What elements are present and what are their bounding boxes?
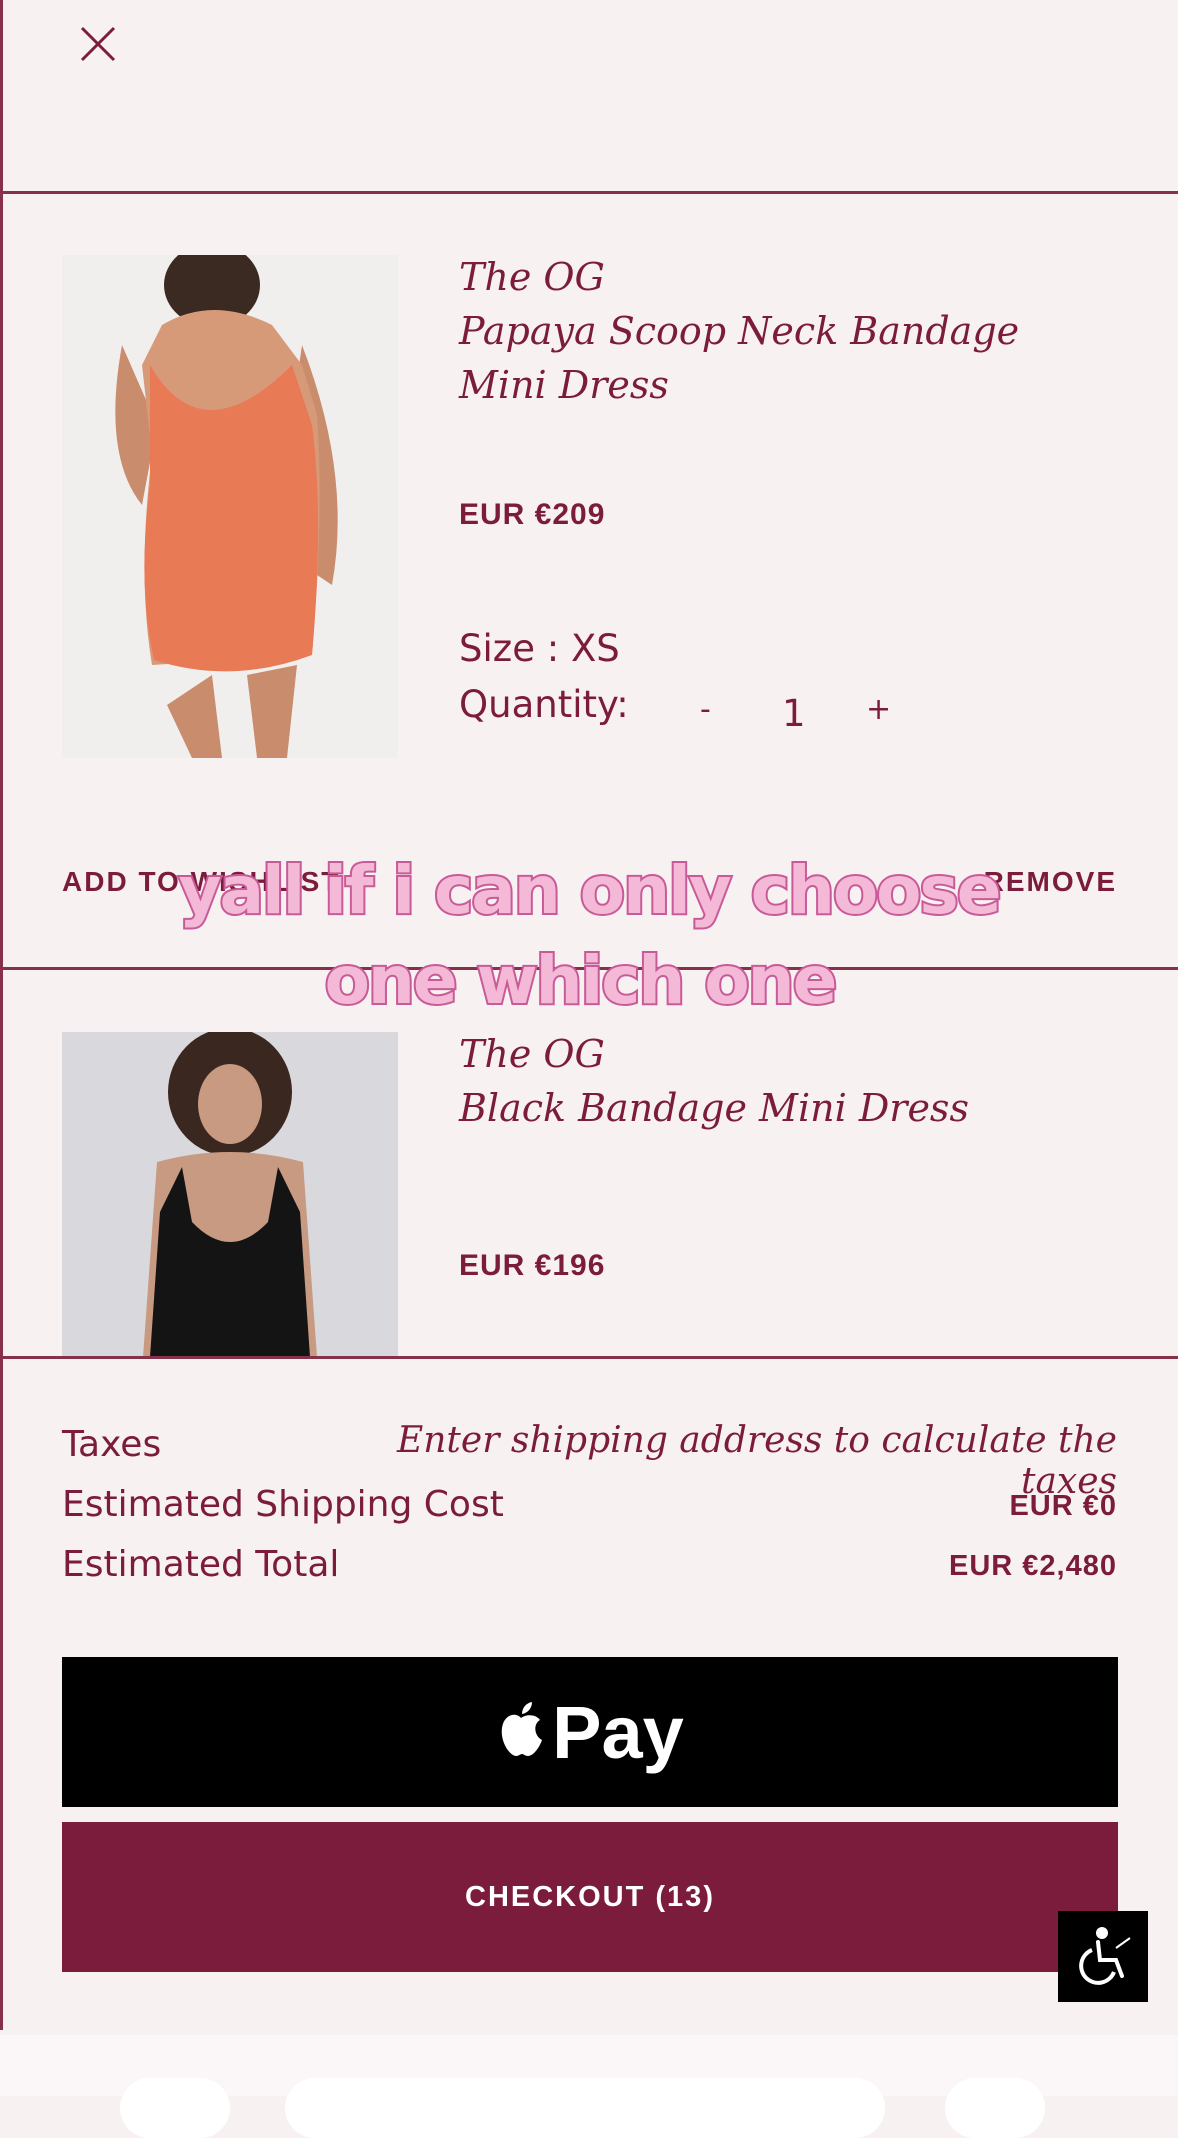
quantity-value: 1: [782, 692, 806, 735]
total-value: EUR €2,480: [949, 1550, 1117, 1582]
item-name[interactable]: Papaya Scoop Neck Bandage Mini Dress: [459, 304, 1099, 412]
close-icon[interactable]: [78, 24, 118, 64]
quantity-decrement-button[interactable]: -: [700, 692, 711, 727]
bottom-pill: [120, 2078, 230, 2138]
item-name[interactable]: Black Bandage Mini Dress: [459, 1081, 1099, 1135]
product-image-papaya-dress[interactable]: [62, 255, 398, 758]
total-label: Estimated Total: [62, 1544, 340, 1585]
shipping-label: Estimated Shipping Cost: [62, 1484, 504, 1525]
divider: [0, 191, 1178, 194]
shipping-value: EUR €0: [1009, 1490, 1117, 1522]
apple-pay-button[interactable]: Pay: [62, 1657, 1118, 1807]
quantity-label: Quantity:: [459, 683, 629, 726]
apple-logo-icon: [496, 1700, 546, 1764]
bottom-pill: [285, 2078, 885, 2138]
item-price: EUR €209: [459, 498, 606, 531]
checkout-button[interactable]: CHECKOUT (13): [62, 1822, 1118, 1972]
wheelchair-icon: [1072, 1924, 1134, 1990]
product-image-black-dress[interactable]: [62, 1032, 398, 1357]
item-price: EUR €196: [459, 1249, 606, 1282]
bottom-pill: [945, 2078, 1045, 2138]
overlay-caption-line2: one which one: [323, 940, 840, 1021]
item-size: Size : XS: [459, 627, 620, 670]
item-brand: The OG: [459, 1032, 605, 1076]
accessibility-button[interactable]: [1058, 1911, 1148, 2002]
quantity-increment-button[interactable]: +: [866, 692, 891, 727]
checkout-label: CHECKOUT (13): [465, 1880, 715, 1913]
apple-pay-label: Pay: [552, 1690, 684, 1774]
taxes-label: Taxes: [62, 1424, 162, 1465]
divider: [0, 1356, 1178, 1359]
overlay-caption-line1: yall if i can only choose: [176, 850, 1003, 931]
item-brand: The OG: [459, 255, 605, 299]
